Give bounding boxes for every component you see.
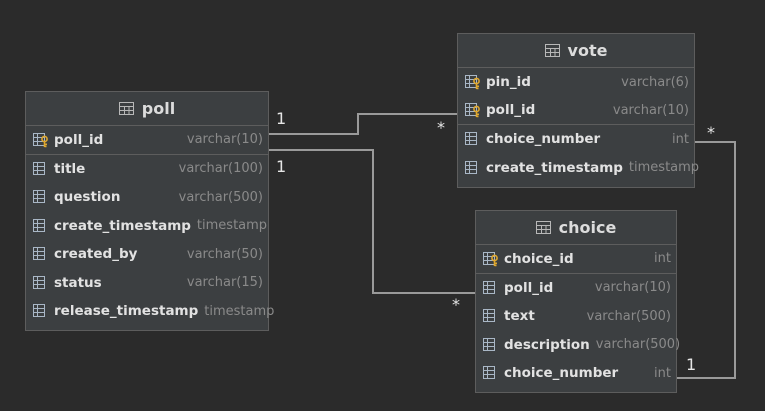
table-icon <box>544 44 560 57</box>
column-name: created_by <box>54 246 138 263</box>
table-title: choice <box>558 218 617 237</box>
primary-key-icon <box>483 251 498 266</box>
column-type: int <box>672 131 689 147</box>
column-icon <box>33 161 45 175</box>
column-row-create-timestamp[interactable]: create_timestamp timestamp <box>458 154 699 183</box>
column-row-created-by[interactable]: created_by varchar(50) <box>26 240 268 269</box>
column-icon <box>465 160 477 174</box>
column-icon <box>33 247 45 261</box>
column-icon <box>33 190 45 204</box>
column-name: release_timestamp <box>54 303 199 320</box>
column-type: varchar(500) <box>586 308 671 324</box>
column-type: timestamp <box>196 218 268 234</box>
column-list: pin_id varchar(6) poll_id varchar(10) choice… <box>458 68 699 183</box>
column-name: poll_id <box>54 131 104 148</box>
column-row-create-timestamp[interactable]: create_timestamp timestamp <box>26 212 268 241</box>
cardinality-poll-choice-one: 1 <box>276 157 287 176</box>
primary-key-icon <box>465 103 480 118</box>
column-icon <box>33 275 45 289</box>
column-row-text[interactable]: text varchar(500) <box>476 302 676 331</box>
table-title: poll <box>141 99 176 118</box>
column-type: timestamp <box>204 303 275 319</box>
column-icon <box>33 304 45 318</box>
column-icon <box>465 132 477 146</box>
column-row-pin-id[interactable]: pin_id varchar(6) <box>458 68 694 97</box>
cardinality-choice-vote-one: 1 <box>686 355 697 374</box>
column-row-choice-id[interactable]: choice_id int <box>476 245 676 274</box>
column-name: question <box>54 189 121 206</box>
column-row-description[interactable]: description varchar(500) <box>476 331 680 360</box>
cardinality-choice-vote-many: * <box>707 123 715 142</box>
table-vote[interactable]: vote pin_id varchar(6) poll_id varchar(10) c… <box>457 33 699 188</box>
column-list: choice_id int poll_id varchar(10) text varcha… <box>476 245 680 388</box>
column-name: pin_id <box>486 74 531 91</box>
column-row-poll-id[interactable]: poll_id varchar(10) <box>476 274 676 303</box>
primary-key-icon <box>33 132 48 147</box>
column-row-release-timestamp[interactable]: release_timestamp timestamp <box>26 297 274 326</box>
table-icon <box>118 102 134 115</box>
column-row-question[interactable]: question varchar(500) <box>26 183 268 212</box>
column-name: create_timestamp <box>486 159 623 176</box>
column-row-title[interactable]: title varchar(100) <box>26 155 268 184</box>
column-type: varchar(15) <box>186 275 263 291</box>
column-name: choice_id <box>504 250 574 267</box>
column-type: varchar(10) <box>612 102 689 118</box>
column-type: int <box>654 365 671 381</box>
table-poll[interactable]: poll poll_id varchar(10) title varchar(100)… <box>25 91 274 331</box>
column-name: text <box>504 308 535 325</box>
column-row-poll-id[interactable]: poll_id varchar(10) <box>458 97 694 125</box>
column-type: varchar(6) <box>621 74 689 90</box>
column-name: poll_id <box>504 279 554 296</box>
column-type: int <box>654 251 671 267</box>
table-icon <box>535 221 551 234</box>
column-icon <box>483 309 495 323</box>
column-icon <box>483 366 495 380</box>
table-choice[interactable]: choice choice_id int poll_id varchar(10) tex… <box>475 210 680 393</box>
table-title: vote <box>567 41 608 60</box>
column-type: varchar(50) <box>186 246 263 262</box>
column-row-choice-number[interactable]: choice_number int <box>476 359 676 388</box>
column-icon <box>33 218 45 232</box>
column-type: varchar(10) <box>186 132 263 148</box>
connector-poll-vote[interactable] <box>269 113 457 135</box>
column-type: varchar(500) <box>178 189 263 205</box>
table-vote-header[interactable]: vote <box>458 34 694 68</box>
column-row-status[interactable]: status varchar(15) <box>26 269 268 298</box>
column-row-choice-number[interactable]: choice_number int <box>458 125 694 154</box>
column-type: varchar(10) <box>594 280 671 296</box>
column-row-poll-id[interactable]: poll_id varchar(10) <box>26 126 268 155</box>
table-choice-header[interactable]: choice <box>476 211 676 245</box>
cardinality-poll-vote-one: 1 <box>276 109 287 128</box>
column-icon <box>483 337 495 351</box>
column-type: timestamp <box>628 160 700 176</box>
column-type: varchar(500) <box>595 337 681 353</box>
column-list: poll_id varchar(10) title varchar(100) quest… <box>26 126 274 326</box>
column-name: create_timestamp <box>54 217 191 234</box>
cardinality-poll-vote-many: * <box>437 118 445 137</box>
table-poll-header[interactable]: poll <box>26 92 268 126</box>
column-name: description <box>504 336 590 353</box>
connector-poll-choice[interactable] <box>269 149 475 294</box>
column-name: status <box>54 274 102 291</box>
cardinality-poll-choice-many: * <box>452 295 460 314</box>
column-type: varchar(100) <box>178 161 263 177</box>
primary-key-icon <box>465 75 480 90</box>
column-name: title <box>54 160 86 177</box>
column-name: choice_number <box>486 131 601 148</box>
column-name: choice_number <box>504 365 619 382</box>
column-name: poll_id <box>486 102 536 119</box>
column-icon <box>483 280 495 294</box>
